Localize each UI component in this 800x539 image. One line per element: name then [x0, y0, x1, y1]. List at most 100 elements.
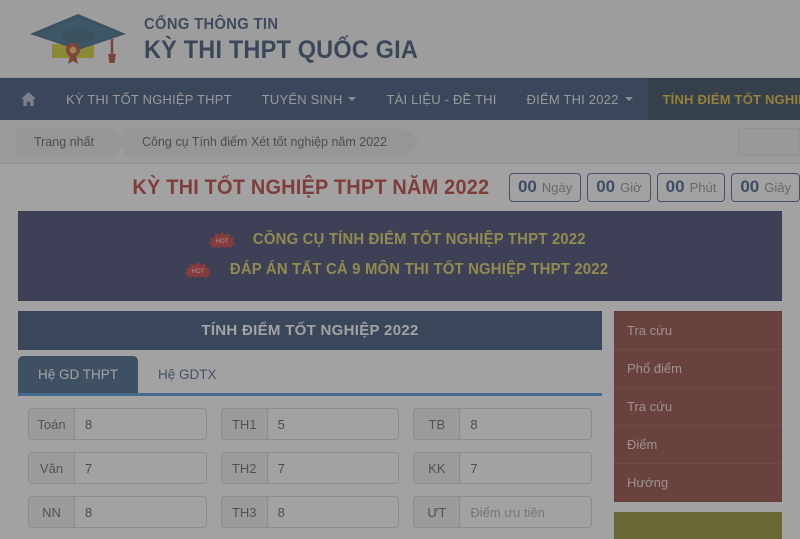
- breadcrumb: Trang nhất Công cụ Tính điểm Xét tốt ngh…: [0, 120, 800, 164]
- field-toan-label: Toán: [29, 409, 75, 439]
- announcement-text-1: ĐÁP ÁN TẤT CẢ 9 MÔN THI TỐT NGHIỆP THPT …: [229, 261, 609, 278]
- field-van-input[interactable]: [75, 453, 206, 483]
- nav-item-home[interactable]: [0, 78, 51, 120]
- countdown-minutes-value: 00: [665, 177, 685, 196]
- sidebar-menu: Tra cứu Phổ điểm Tra cứu Điểm Hướng: [614, 311, 782, 502]
- field-th2[interactable]: TH2: [220, 452, 400, 484]
- calculator-tabs: Hệ GD THPT Hệ GDTX: [18, 350, 602, 393]
- field-th1[interactable]: TH1: [220, 408, 400, 440]
- nav-item-4[interactable]: TÍNH ĐIỂM TỐT NGHIỆP: [647, 78, 800, 120]
- nav-item-0-label: KỲ THI TỐT NGHIỆP THPT: [66, 91, 232, 107]
- search-input[interactable]: [738, 128, 800, 156]
- sidebar-item-2[interactable]: Tra cứu: [615, 388, 781, 426]
- main-content: TÍNH ĐIỂM TỐT NGHIỆP 2022 Hệ GD THPT Hệ …: [0, 301, 800, 539]
- sidebar-item-0[interactable]: Tra cứu: [615, 312, 781, 350]
- home-icon: [21, 92, 36, 106]
- svg-text:HOT: HOT: [192, 269, 205, 275]
- breadcrumb-item-0[interactable]: Trang nhất: [16, 128, 127, 155]
- logo-line-1: CỔNG THÔNG TIN: [144, 15, 279, 33]
- breadcrumb-item-1[interactable]: Công cụ Tính điểm Xét tốt nghiệp năm 202…: [124, 128, 421, 155]
- score-form: Toán TH1 TB Văn: [18, 393, 602, 539]
- field-van-label: Văn: [29, 453, 75, 483]
- countdown-days-value: 00: [517, 177, 537, 196]
- tab-he-gd-thpt[interactable]: Hệ GD THPT: [18, 356, 139, 393]
- form-row-1: Toán TH1 TB: [28, 408, 593, 440]
- countdown-seconds-label: Giây: [764, 180, 791, 195]
- field-th2-input[interactable]: [267, 453, 399, 483]
- form-row-2: Văn TH2 KK: [28, 452, 593, 484]
- nav-item-1-label: TUYỂN SINH: [261, 91, 343, 107]
- field-ut-input[interactable]: [460, 497, 592, 527]
- field-th1-label: TH1: [221, 409, 268, 439]
- sidebar-promo-banner[interactable]: [614, 512, 782, 539]
- field-th3-input[interactable]: [267, 497, 399, 527]
- field-kk-input[interactable]: [460, 453, 592, 483]
- field-tb-input[interactable]: [460, 409, 592, 439]
- field-toan[interactable]: Toán: [28, 408, 207, 440]
- field-van[interactable]: Văn: [28, 452, 207, 484]
- announcement-link-0[interactable]: HOT CÔNG CỤ TÍNH ĐIỂM TỐT NGHIỆP THPT 20…: [18, 225, 782, 255]
- field-ut-label: ƯT: [414, 497, 461, 527]
- field-tb[interactable]: TB: [413, 408, 593, 440]
- calculator-panel: TÍNH ĐIỂM TỐT NGHIỆP 2022 Hệ GD THPT Hệ …: [18, 311, 602, 539]
- sidebar-item-1-label: Phổ điểm: [627, 361, 682, 376]
- countdown-minutes: 00 Phút: [656, 173, 726, 202]
- logo-line-2: KỲ THI THPT QUỐC GIA: [144, 35, 419, 64]
- nav-item-4-label: TÍNH ĐIỂM TỐT NGHIỆP: [662, 91, 800, 107]
- sidebar-item-3[interactable]: Điểm: [615, 426, 781, 464]
- sidebar-item-2-label: Tra cứu: [627, 399, 673, 414]
- graduation-cap-icon: [30, 13, 126, 64]
- tab-he-gdtx[interactable]: Hệ GDTX: [138, 356, 237, 393]
- svg-text:HOT: HOT: [215, 239, 228, 245]
- field-th3[interactable]: TH3: [220, 496, 400, 528]
- form-row-3: NN TH3 ƯT: [28, 496, 593, 528]
- hot-badge-icon: HOT: [208, 232, 236, 248]
- field-tb-label: TB: [414, 409, 461, 439]
- chevron-down-icon: [348, 97, 357, 101]
- field-nn[interactable]: NN: [28, 496, 207, 528]
- field-toan-input[interactable]: [75, 409, 206, 439]
- field-ut[interactable]: ƯT: [413, 496, 593, 528]
- countdown-hours-label: Giờ: [620, 180, 642, 195]
- field-nn-label: NN: [29, 497, 75, 527]
- nav-item-2[interactable]: TÀI LIỆU - ĐỀ THI: [371, 78, 511, 120]
- hot-badge-icon: HOT: [184, 262, 212, 278]
- breadcrumb-item-1-label: Công cụ Tính điểm Xét tốt nghiệp năm 202…: [142, 134, 388, 149]
- countdown-days: 00 Ngày: [508, 173, 582, 202]
- announcement-banner: HOT CÔNG CỤ TÍNH ĐIỂM TỐT NGHIỆP THPT 20…: [18, 211, 782, 301]
- sidebar-item-4[interactable]: Hướng: [615, 464, 781, 501]
- nav-item-3[interactable]: ĐIỂM THI 2022: [512, 78, 648, 120]
- field-kk[interactable]: KK: [413, 452, 593, 484]
- sidebar-item-1[interactable]: Phổ điểm: [615, 350, 781, 388]
- sidebar-item-3-label: Điểm: [627, 437, 658, 452]
- announcement-link-1[interactable]: HOT ĐÁP ÁN TẤT CẢ 9 MÔN THI TỐT NGHIỆP T…: [18, 255, 782, 285]
- countdown-minutes-label: Phút: [689, 180, 717, 195]
- right-sidebar: Tra cứu Phổ điểm Tra cứu Điểm Hướng: [614, 311, 782, 539]
- site-logo[interactable]: CỔNG THÔNG TIN KỲ THI THPT QUỐC GIA: [26, 8, 436, 70]
- field-nn-input[interactable]: [75, 497, 206, 527]
- countdown-days-label: Ngày: [541, 180, 573, 195]
- site-header: CỔNG THÔNG TIN KỲ THI THPT QUỐC GIA: [0, 0, 800, 78]
- countdown-hours: 00 Giờ: [587, 173, 651, 202]
- countdown-hours-value: 00: [596, 177, 616, 196]
- countdown-strip: KỲ THI TỐT NGHIỆP THPT NĂM 2022 00 Ngày …: [0, 164, 800, 211]
- countdown-boxes: 00 Ngày 00 Giờ 00 Phút 00 Giây: [508, 173, 800, 202]
- field-kk-label: KK: [414, 453, 461, 483]
- nav-item-3-label: ĐIỂM THI 2022: [526, 91, 619, 107]
- page-title: TÍNH ĐIỂM TỐT NGHIỆP 2022: [18, 311, 602, 350]
- countdown-title: KỲ THI TỐT NGHIỆP THPT NĂM 2022: [132, 175, 490, 199]
- countdown-seconds-value: 00: [740, 177, 760, 196]
- nav-item-1[interactable]: TUYỂN SINH: [247, 78, 372, 120]
- main-navigation: KỲ THI TỐT NGHIỆP THPT TUYỂN SINH TÀI LI…: [0, 78, 800, 120]
- field-th1-input[interactable]: [267, 409, 399, 439]
- nav-item-0[interactable]: KỲ THI TỐT NGHIỆP THPT: [51, 78, 247, 120]
- breadcrumb-item-0-label: Trang nhất: [34, 134, 94, 149]
- sidebar-item-0-label: Tra cứu: [627, 323, 673, 338]
- countdown-seconds: 00 Giây: [731, 173, 800, 202]
- chevron-down-icon: [624, 97, 633, 101]
- announcement-text-0: CÔNG CỤ TÍNH ĐIỂM TỐT NGHIỆP THPT 2022: [252, 231, 586, 248]
- sidebar-item-4-label: Hướng: [627, 475, 669, 490]
- field-th2-label: TH2: [221, 453, 268, 483]
- tab-he-gdtx-label: Hệ GDTX: [158, 367, 217, 382]
- logo-text-block: CỔNG THÔNG TIN KỲ THI THPT QUỐC GIA: [144, 15, 436, 63]
